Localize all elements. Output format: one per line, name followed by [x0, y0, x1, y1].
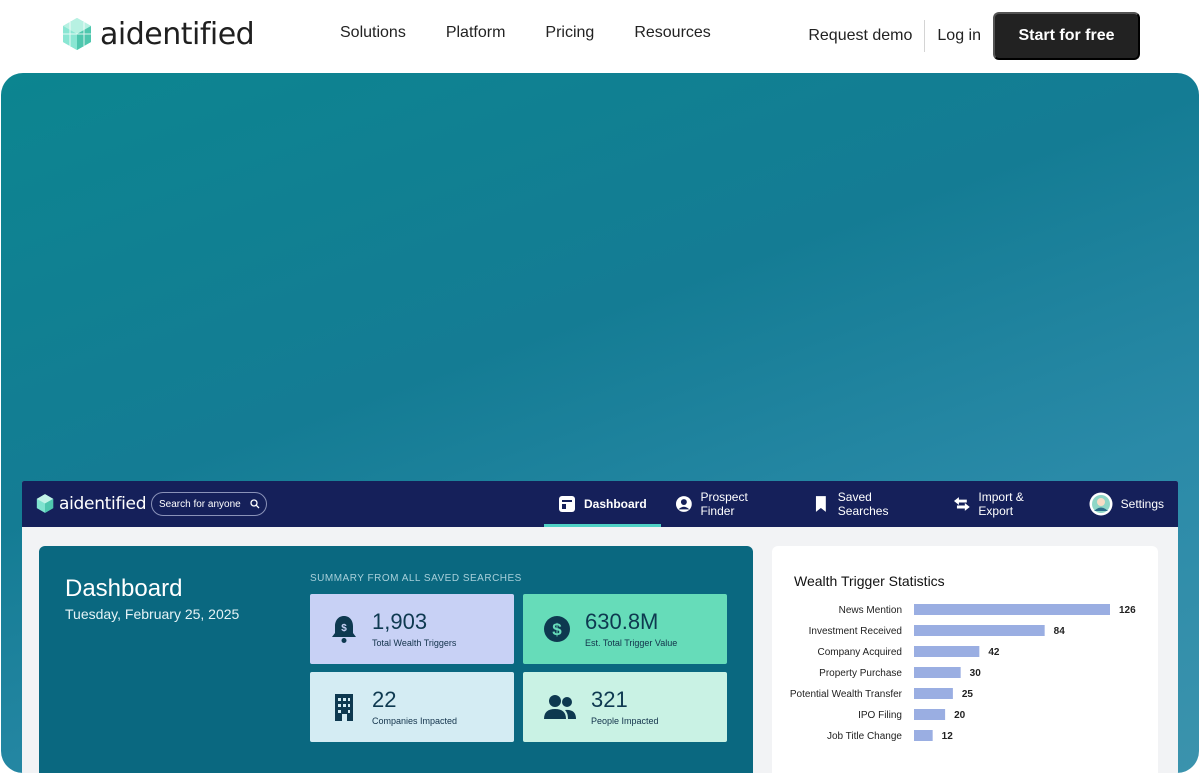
- bar-value-label: 12: [942, 731, 954, 742]
- hero-section: aidentified Dashboard Prospect Finder Sa…: [1, 73, 1199, 773]
- stat-card-trigger-value[interactable]: $ 630.8M Est. Total Trigger Value: [523, 594, 727, 664]
- nav-resources[interactable]: Resources: [634, 24, 710, 42]
- stat-value: 1,903: [372, 608, 428, 634]
- stat-value: 22: [372, 686, 397, 712]
- stat-card-companies[interactable]: 22 Companies Impacted: [310, 672, 514, 742]
- building-icon: [335, 694, 353, 721]
- svg-text:$: $: [341, 623, 347, 634]
- site-header: aidentified Solutions Platform Pricing R…: [0, 0, 1200, 72]
- app-logo[interactable]: aidentified: [35, 493, 147, 514]
- cube-logo-icon: [63, 18, 91, 50]
- wealth-trigger-bar-chart: News Mention 126 Investment Received 84 Comp…: [790, 604, 1136, 742]
- app-tabs: Dashboard Prospect Finder Saved Searches…: [544, 481, 1178, 527]
- tab-label: Dashboard: [584, 497, 647, 511]
- nav-solutions[interactable]: Solutions: [340, 24, 406, 42]
- app-top-bar: aidentified Dashboard Prospect Finder Sa…: [22, 481, 1178, 527]
- stat-card-people[interactable]: 321 People Impacted: [523, 672, 727, 742]
- stat-label: Est. Total Trigger Value: [585, 637, 678, 648]
- stat-label: Total Wealth Triggers: [372, 637, 457, 648]
- stat-value: 321: [591, 686, 628, 712]
- dashboard-title: Dashboard: [65, 575, 183, 602]
- dashboard-date: Tuesday, February 25, 2025: [65, 606, 240, 622]
- tab-dashboard[interactable]: Dashboard: [544, 481, 661, 527]
- bar-value-label: 126: [1119, 605, 1136, 616]
- request-demo-link[interactable]: Request demo: [808, 27, 924, 45]
- start-for-free-button[interactable]: Start for free: [993, 12, 1140, 60]
- tab-saved-searches[interactable]: Saved Searches: [798, 481, 939, 527]
- tab-label: Saved Searches: [837, 490, 889, 518]
- site-logo[interactable]: aidentified: [60, 16, 255, 52]
- stat-label: People Impacted: [591, 715, 659, 726]
- chart-title: Wealth Trigger Statistics: [794, 573, 945, 589]
- stat-value: 630.8M: [585, 608, 659, 634]
- dashboard-panel: Dashboard Tuesday, February 25, 2025 SUM…: [39, 546, 753, 773]
- bar-category-label: Job Title Change: [827, 731, 902, 742]
- dollar-circle-icon: $: [544, 616, 570, 642]
- swap-arrows-icon: [953, 497, 970, 511]
- tab-prospect-finder[interactable]: Prospect Finder: [661, 481, 798, 527]
- wealth-trigger-stats-panel: Wealth Trigger Statistics News Mention 12…: [772, 546, 1158, 773]
- svg-text:$: $: [552, 620, 562, 639]
- bar-value-label: 25: [962, 689, 974, 700]
- app-search-input[interactable]: [159, 498, 249, 510]
- avatar-icon: [1089, 492, 1113, 516]
- tab-label: Settings: [1120, 497, 1164, 511]
- bar-category-label: IPO Filing: [858, 710, 902, 721]
- bar-value-label: 20: [954, 710, 966, 721]
- bar-category-label: Company Acquired: [818, 647, 903, 658]
- main-nav: Solutions Platform Pricing Resources: [340, 24, 711, 42]
- bar[interactable]: [914, 646, 980, 657]
- user-circle-icon: [675, 496, 692, 512]
- bar[interactable]: [914, 667, 961, 678]
- bar-category-label: Property Purchase: [819, 668, 902, 679]
- bar-value-label: 42: [988, 647, 1000, 658]
- bar-value-label: 30: [970, 668, 982, 679]
- bar[interactable]: [914, 688, 953, 699]
- stat-label: Companies Impacted: [372, 715, 458, 726]
- bar[interactable]: [914, 604, 1110, 615]
- bar[interactable]: [914, 709, 946, 720]
- app-search-box[interactable]: [151, 492, 267, 516]
- bell-dollar-icon: $: [332, 616, 356, 643]
- login-link[interactable]: Log in: [925, 27, 993, 45]
- summary-label: SUMMARY FROM ALL SAVED SEARCHES: [310, 573, 522, 584]
- people-icon: [544, 695, 576, 719]
- tab-label: Prospect Finder: [700, 490, 748, 518]
- site-logo-text: aidentified: [100, 16, 255, 52]
- bar-category-label: News Mention: [839, 605, 902, 616]
- bar-category-label: Investment Received: [809, 626, 902, 637]
- search-icon[interactable]: [250, 499, 260, 509]
- bookmark-icon: [815, 496, 826, 512]
- tab-settings[interactable]: Settings: [1075, 481, 1178, 527]
- app-preview: aidentified Dashboard Prospect Finder Sa…: [22, 481, 1178, 773]
- nav-pricing[interactable]: Pricing: [545, 24, 594, 42]
- stat-card-wealth-triggers[interactable]: $ 1,903 Total Wealth Triggers: [310, 594, 514, 664]
- bar[interactable]: [914, 625, 1045, 636]
- bar[interactable]: [914, 730, 933, 741]
- bar-value-label: 84: [1054, 626, 1066, 637]
- app-logo-text: aidentified: [59, 493, 147, 514]
- dashboard-icon: [559, 496, 575, 512]
- cube-logo-icon: [36, 494, 54, 513]
- tab-import-export[interactable]: Import & Export: [939, 481, 1075, 527]
- nav-platform[interactable]: Platform: [446, 24, 506, 42]
- tab-label: Import & Export: [978, 490, 1024, 518]
- nav-actions: Request demo Log in Start for free: [808, 12, 1140, 60]
- bar-category-label: Potential Wealth Transfer: [790, 689, 903, 700]
